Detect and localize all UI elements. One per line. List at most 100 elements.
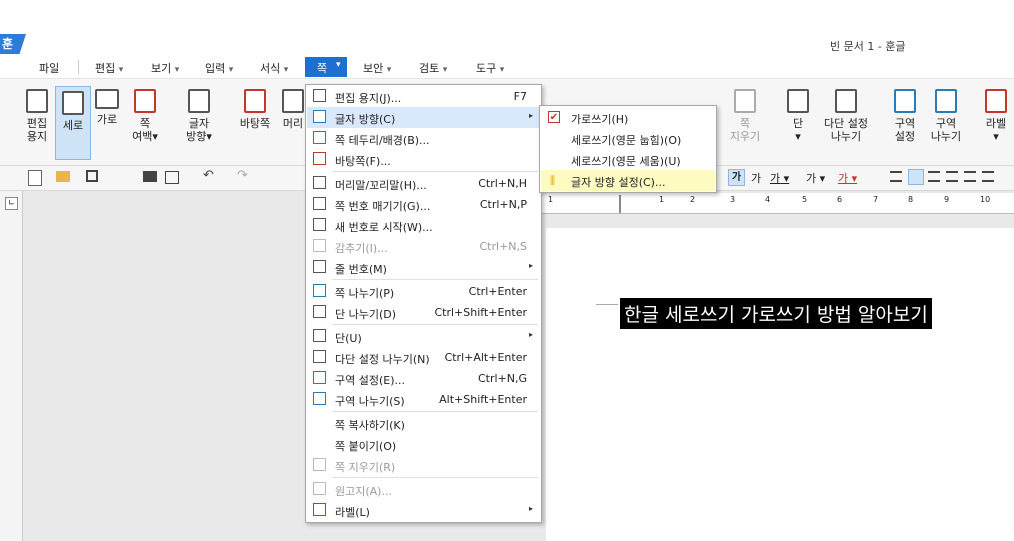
multi-column-icon xyxy=(835,89,857,113)
menu-item-copy-page[interactable]: 쪽 복사하기(K) xyxy=(307,413,539,434)
new-doc-icon[interactable] xyxy=(28,170,42,186)
multi-column-icon xyxy=(313,350,326,363)
menu-review[interactable]: 검토 ▾ xyxy=(419,60,447,76)
menu-item-section-setting[interactable]: 구역 설정(E)... Ctrl+N,G xyxy=(307,368,539,389)
header-footer-button[interactable]: 머리 xyxy=(280,89,306,130)
label-icon xyxy=(313,503,326,516)
submenu-arrow-icon: ▸ xyxy=(528,111,533,120)
horizontal-ruler[interactable]: 1 1 2 3 4 5 6 7 8 9 10 xyxy=(540,193,1014,214)
menu-separator xyxy=(332,279,538,280)
hide-icon xyxy=(313,239,326,252)
page-number-icon xyxy=(313,197,326,210)
delete-page-icon xyxy=(313,458,326,471)
manuscript-icon xyxy=(313,482,326,495)
undo-icon[interactable]: ↶ xyxy=(203,168,214,183)
menu-separator xyxy=(332,477,538,478)
align-right-icon[interactable] xyxy=(946,171,958,182)
section-break-icon xyxy=(935,89,957,113)
vertical-ruler[interactable] xyxy=(0,191,23,541)
edit-paper-button[interactable]: 편집 용지 xyxy=(22,89,52,143)
menu-item-section-break[interactable]: 구역 나누기(S) Alt+Shift+Enter xyxy=(307,389,539,410)
section-setting-icon xyxy=(894,89,916,113)
master-page-button[interactable]: 바탕쪽 xyxy=(234,89,276,130)
menu-tools[interactable]: 도구 ▾ xyxy=(476,60,504,76)
strike-button[interactable]: 가 ▾ xyxy=(806,170,825,186)
menu-item-column-break[interactable]: 단 나누기(D) Ctrl+Shift+Enter xyxy=(307,302,539,323)
master-page-icon xyxy=(313,152,326,165)
menu-view[interactable]: 보기 ▾ xyxy=(151,60,179,76)
section-break-button[interactable]: 구역 나누기 xyxy=(926,89,966,143)
page-break-icon xyxy=(313,284,326,297)
align-justify-icon[interactable] xyxy=(890,171,902,182)
menu-file[interactable]: 파일 xyxy=(39,60,59,76)
italic-button[interactable]: 가 xyxy=(751,170,761,186)
align-center-icon[interactable] xyxy=(928,171,940,182)
document-heading[interactable]: 한글 세로쓰기 가로쓰기 방법 알아보기 xyxy=(620,298,932,329)
submenu-item-direction-setting[interactable]: ⫼ 글자 방향 설정(C)... xyxy=(541,170,715,191)
columns-button[interactable]: 단 ▾ xyxy=(785,89,811,143)
preview-icon[interactable] xyxy=(165,171,179,184)
document-page[interactable] xyxy=(546,228,1014,541)
print-icon[interactable] xyxy=(143,171,157,182)
menu-item-hide[interactable]: 감추기(I)... Ctrl+N,S xyxy=(307,236,539,257)
menu-item-page-border[interactable]: 쪽 테두리/배경(B)... xyxy=(307,128,539,149)
menu-item-page-number[interactable]: 쪽 번호 매기기(G)... Ctrl+N,P xyxy=(307,194,539,215)
menu-item-columns[interactable]: 단(U) ▸ xyxy=(307,326,539,347)
master-page-icon xyxy=(244,89,266,113)
line-number-icon xyxy=(313,260,326,273)
ruler-indent-marker[interactable] xyxy=(619,195,621,213)
text-direction-submenu: ✔ 가로쓰기(H) 세로쓰기(영문 눕힘)(O) 세로쓰기(영문 세움)(U) … xyxy=(539,105,717,193)
menu-item-edit-paper[interactable]: 편집 용지(J)... F7 xyxy=(307,86,539,107)
document-title: 빈 문서 1 - 훈글 xyxy=(830,40,906,53)
new-number-icon xyxy=(313,218,326,231)
menu-item-label[interactable]: 라벨(L) ▸ xyxy=(307,500,539,521)
multi-column-break-button[interactable]: 다단 설정 나누기 xyxy=(818,89,874,143)
menu-item-line-number[interactable]: 줄 번호(M) ▸ xyxy=(307,257,539,278)
align-split-icon[interactable] xyxy=(982,171,994,182)
menu-item-multi-column-break[interactable]: 다단 설정 나누기(N) Ctrl+Alt+Enter xyxy=(307,347,539,368)
landscape-button[interactable]: 가로 xyxy=(92,89,122,126)
menu-item-manuscript[interactable]: 원고지(A)... xyxy=(307,479,539,500)
menu-separator xyxy=(332,324,538,325)
menu-insert[interactable]: 입력 ▾ xyxy=(205,60,233,76)
page-menu-dropdown: 편집 용지(J)... F7 글자 방향(C) ▸ 쪽 테두리/배경(B)... 바… xyxy=(305,84,542,523)
menu-item-paste-page[interactable]: 쪽 붙이기(O) xyxy=(307,434,539,455)
align-left-icon[interactable] xyxy=(908,169,924,185)
column-break-icon xyxy=(313,305,326,318)
delete-page-button[interactable]: 쪽 지우기 xyxy=(728,89,762,143)
portrait-button[interactable]: 세로 xyxy=(55,86,91,160)
edit-paper-icon xyxy=(26,89,48,113)
menu-item-master-page[interactable]: 바탕쪽(F)... xyxy=(307,149,539,170)
redo-icon[interactable]: ↷ xyxy=(237,168,248,183)
label-button[interactable]: 라벨 ▾ xyxy=(980,89,1012,143)
menu-edit[interactable]: 편집 ▾ xyxy=(95,60,123,76)
menu-item-delete-page[interactable]: 쪽 지우기(R) xyxy=(307,455,539,476)
menu-item-text-direction[interactable]: 글자 방향(C) ▸ xyxy=(307,107,539,128)
char-style-button[interactable]: 가 xyxy=(728,169,745,186)
submenu-item-horizontal[interactable]: ✔ 가로쓰기(H) xyxy=(541,107,715,128)
align-distribute-icon[interactable] xyxy=(964,171,976,182)
menu-item-new-number[interactable]: 새 번호로 시작(W)... xyxy=(307,215,539,236)
save-icon[interactable] xyxy=(86,170,98,182)
portrait-icon xyxy=(62,91,84,115)
submenu-item-vertical-standing[interactable]: 세로쓰기(영문 세움)(U) xyxy=(541,149,715,170)
label-icon xyxy=(985,89,1007,113)
section-setting-button[interactable]: 구역 설정 xyxy=(888,89,922,143)
underline-button[interactable]: 가 ▾ xyxy=(770,170,789,186)
columns-icon xyxy=(787,89,809,113)
open-folder-icon[interactable] xyxy=(56,171,70,182)
page-margin-button[interactable]: 쪽 여백▾ xyxy=(128,89,162,143)
menu-format[interactable]: 서식 ▾ xyxy=(260,60,288,76)
menu-item-header-footer[interactable]: 머리말/꼬리말(H)... Ctrl+N,H xyxy=(307,173,539,194)
section-break-icon xyxy=(313,392,326,405)
submenu-arrow-icon: ▸ xyxy=(528,504,533,513)
font-color-button[interactable]: 가 ▾ xyxy=(838,170,857,186)
submenu-item-vertical-lying[interactable]: 세로쓰기(영문 눕힘)(O) xyxy=(541,128,715,149)
menu-page[interactable]: 쪽 ▾ xyxy=(305,57,347,77)
menu-security[interactable]: 보안 ▾ xyxy=(363,60,391,76)
columns-icon xyxy=(313,329,326,342)
menu-item-page-break[interactable]: 쪽 나누기(P) Ctrl+Enter xyxy=(307,281,539,302)
menu-separator xyxy=(332,411,538,412)
text-direction-button[interactable]: 글자 방향▾ xyxy=(182,89,216,143)
tab-type-icon[interactable]: ∟ xyxy=(5,197,18,210)
